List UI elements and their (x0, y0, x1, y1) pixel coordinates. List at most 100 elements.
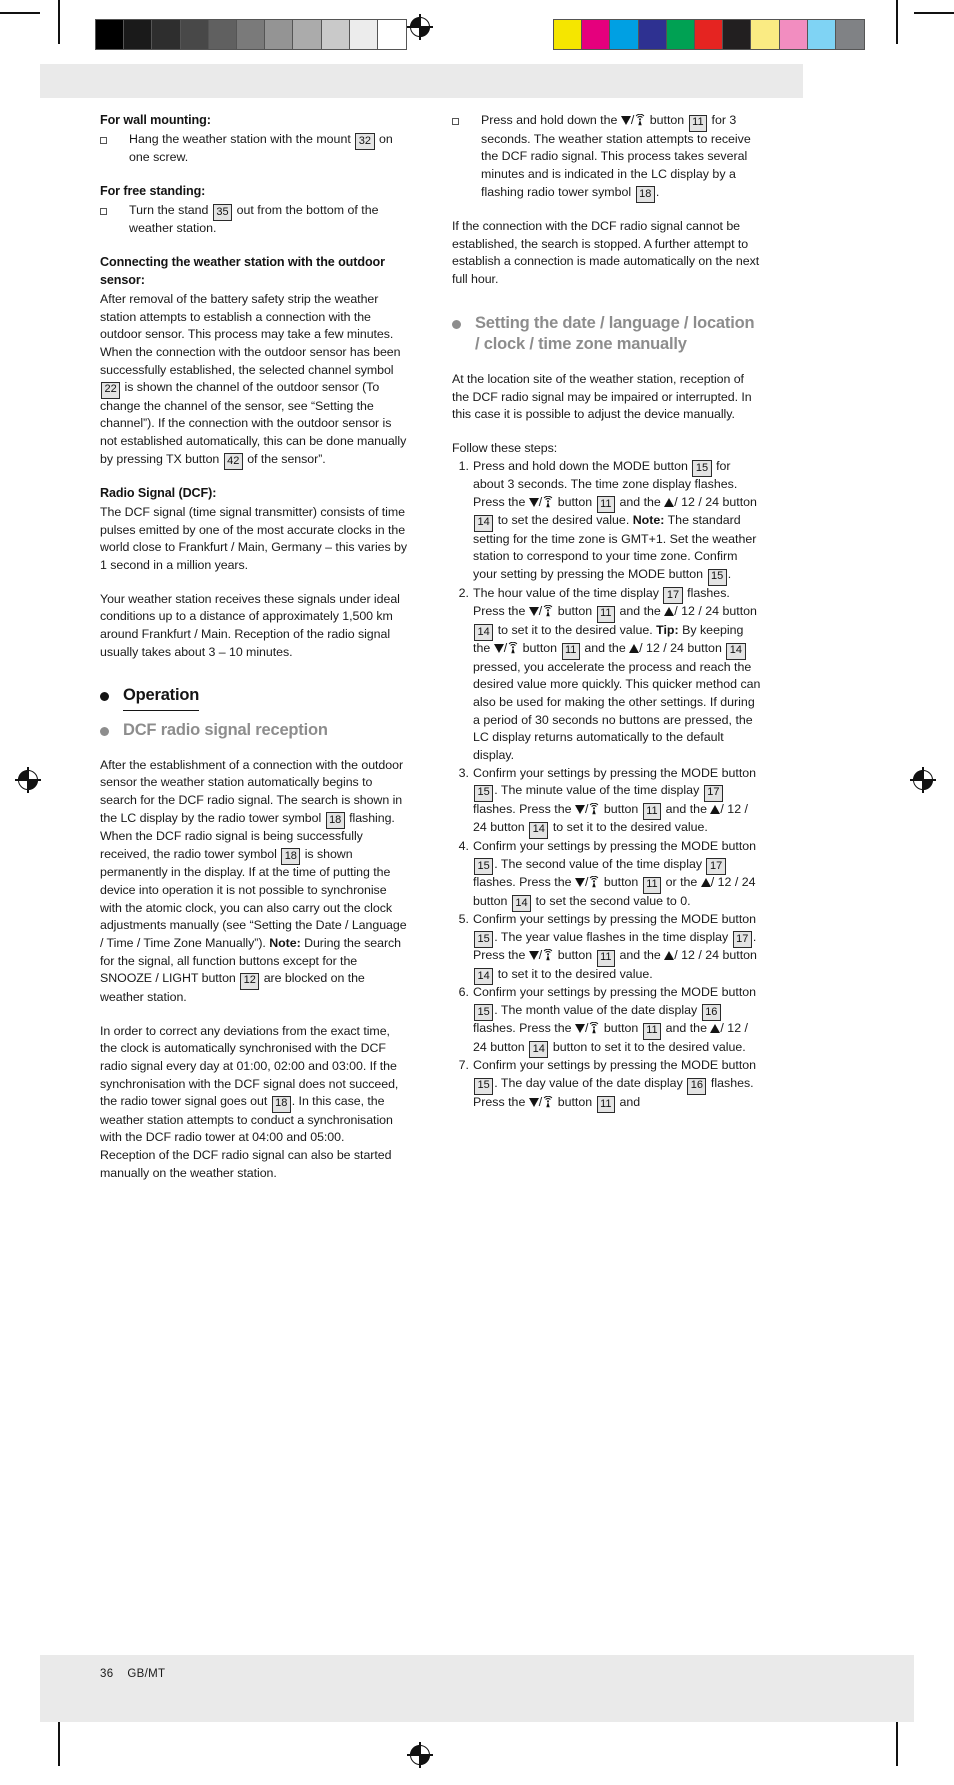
ref-number: 11 (596, 949, 616, 967)
ref-number: 11 (596, 605, 616, 623)
registration-mark-center-top (407, 14, 433, 40)
step2-c: and the (619, 604, 661, 619)
step-text: Confirm your settings by pressing the MO… (473, 765, 762, 839)
ref-number: 18 (271, 1095, 291, 1113)
steps-list: 1. Press and hold down the MODE button 1… (452, 458, 762, 1114)
press-hold-text-c: . (655, 184, 660, 199)
list-item: Hang the weather station with the mount … (100, 131, 410, 167)
ref-number: 14 (474, 624, 494, 642)
step1-a: Press and hold down the MODE button (473, 458, 688, 473)
list-item: Press and hold down the / button 11 for … (452, 112, 762, 204)
triangle-down-icon (574, 804, 585, 814)
ref-number: 15 (474, 858, 494, 875)
registration-mark-center-bottom (407, 1742, 433, 1768)
list-item-text: Turn the stand 35 out from the bottom of… (129, 202, 410, 238)
color-swatch (835, 20, 865, 49)
step2-a: The hour value of the time display (473, 585, 659, 600)
page-footer-band (40, 1655, 914, 1722)
paragraph-dcf-2: When the DCF radio signal is being succe… (100, 828, 410, 1006)
radio-tower-icon (542, 948, 554, 961)
checkbox-icon (100, 207, 107, 215)
grayscale-swatch (265, 20, 294, 49)
color-swatch (807, 20, 836, 49)
ref-number: 16 (701, 1004, 721, 1022)
button-word: button (557, 948, 593, 963)
grayscale-swatch (377, 20, 407, 49)
ref-number: 11 (596, 1096, 616, 1114)
step3-b: . The minute value of the time display (494, 783, 700, 798)
ref-number: 15 (474, 1004, 494, 1022)
dcf-text-b: flashing. (349, 810, 395, 825)
free-standing-text-a: Turn the stand (129, 202, 209, 217)
production-marks-bar (0, 0, 954, 64)
step6-c: flashes. Press the (473, 1021, 572, 1036)
triangle-down-icon (528, 607, 539, 617)
ref-number: 11 (642, 876, 662, 894)
button-word: button (649, 113, 685, 127)
step6-b: . The month value of the date display (494, 1002, 698, 1017)
radio-tower-icon (588, 875, 600, 888)
crop-mark-top-right-horizontal (914, 12, 954, 14)
step6-d: and the (665, 1021, 707, 1036)
ref-number: 11 (688, 114, 708, 132)
heading-operation-label: Operation (123, 685, 199, 711)
ref-number: 14 (726, 642, 746, 660)
label-12-24: / 12 / 24 button (639, 641, 722, 656)
step-number: 7. (458, 1058, 469, 1073)
follow-steps-label: Follow these steps: (452, 440, 558, 455)
step-text: Confirm your settings by pressing the MO… (473, 984, 762, 1059)
triangle-down-icon (493, 644, 504, 654)
crop-mark-bottom-right-vertical (896, 1722, 898, 1766)
step-text: Confirm your settings by pressing the MO… (473, 838, 762, 912)
heading-operation: Operation (100, 685, 410, 711)
step-text: Confirm your settings by pressing the MO… (473, 1057, 762, 1114)
ref-number: 15 (707, 568, 727, 586)
heading-dcf-reception-label: DCF radio signal reception (123, 720, 328, 739)
grayscale-swatch (208, 20, 237, 49)
step2-tip-b: and the (584, 641, 626, 656)
ref-number: 18 (635, 186, 655, 204)
crop-mark-bottom-left-vertical (58, 1722, 60, 1766)
list-item: 7. Confirm your settings by pressing the… (452, 1057, 762, 1114)
step1-c: and the (619, 494, 661, 509)
paragraph-radio-signal-1: The DCF signal (time signal transmitter)… (100, 505, 408, 573)
triangle-up-icon (664, 951, 675, 961)
triangle-down-icon (528, 1097, 539, 1107)
color-swatch (779, 20, 808, 49)
grayscale-swatch (180, 20, 209, 49)
step3-d: and the (665, 801, 707, 816)
step6-e: button to set it to the desired value. (552, 1039, 746, 1054)
step7-b: . The day value of the date display (494, 1076, 683, 1091)
step4-c: flashes. Press the (473, 875, 572, 889)
color-swatch (638, 20, 667, 49)
color-swatch (694, 20, 724, 49)
step-number: 5. (458, 912, 469, 926)
ref-number: 18 (325, 812, 345, 830)
step5-a: Confirm your settings by pressing the MO… (473, 912, 757, 926)
ref-number: 11 (642, 803, 662, 821)
paragraph-dcf-3: In order to correct any deviations from … (100, 1023, 410, 1148)
ref-number: 17 (663, 587, 683, 605)
ref-number: 15 (474, 931, 494, 949)
step-number: 1. (458, 458, 469, 473)
step4-d: or the (665, 875, 698, 889)
list-item: 4. Confirm your settings by pressing the… (452, 838, 762, 912)
ref-number: 15 (692, 460, 712, 478)
color-swatch (610, 20, 639, 49)
ref-number: 15 (474, 1077, 494, 1095)
checkbox-icon (452, 118, 459, 125)
list-item: 3. Confirm your settings by pressing the… (452, 765, 762, 839)
color-swatch (582, 20, 611, 49)
radio-tower-icon (507, 641, 519, 654)
button-word: button (603, 875, 639, 889)
triangle-down-icon (528, 951, 539, 961)
triangle-down-icon (528, 497, 539, 507)
heading-setting-manually-label: Setting the date / language / location /… (475, 313, 755, 353)
press-hold-text-a: Press and hold down the (481, 113, 618, 127)
ref-number: 14 (474, 514, 494, 532)
